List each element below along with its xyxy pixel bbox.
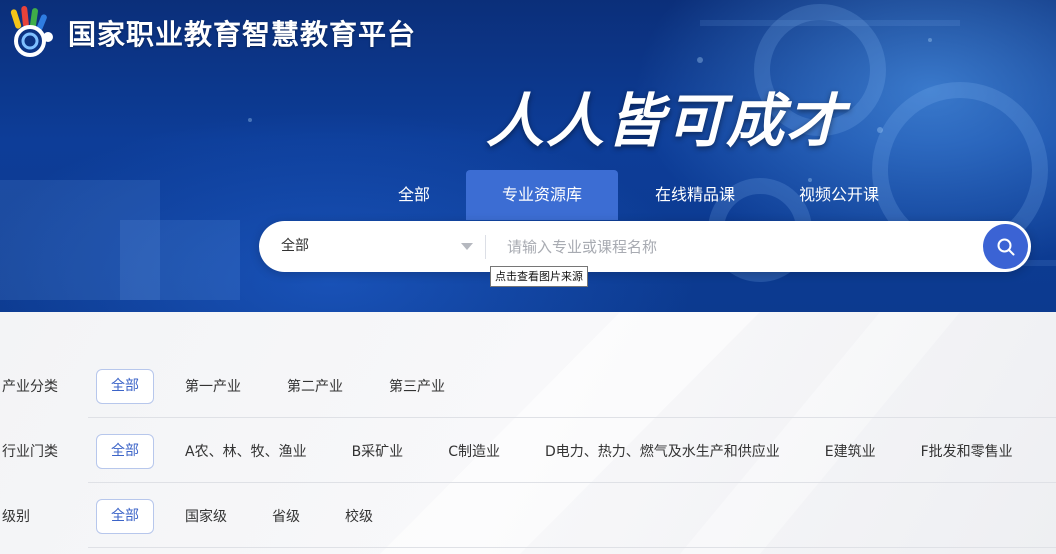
filter-label: 级别 xyxy=(2,509,30,525)
search-input[interactable] xyxy=(505,229,979,265)
filter-row-industry-sector: 行业门类 全部 A农、林、牧、渔业 B采矿业 C制造业 D电力、热力、燃气及水生… xyxy=(0,419,1056,483)
filter-row-industry-category: 产业分类 全部 第一产业 第二产业 第三产业 xyxy=(0,354,1056,418)
site-title: 国家职业教育智慧教育平台 xyxy=(68,18,417,51)
filter-option[interactable]: E建筑业 xyxy=(825,441,876,461)
filter-option[interactable]: C制造业 xyxy=(448,441,500,461)
resource-tabs: 全部 专业资源库 在线精品课 视频公开课 xyxy=(378,170,906,220)
filter-options: 全部 国家级 省级 校级 xyxy=(96,498,373,534)
filter-panel: 产业分类 全部 第一产业 第二产业 第三产业 行业门类 全部 A农、林、牧、渔业… xyxy=(0,312,1056,554)
filter-option[interactable]: B采矿业 xyxy=(352,441,404,461)
filter-option[interactable]: 校级 xyxy=(345,506,373,526)
caret-down-icon[interactable] xyxy=(461,243,473,250)
tab-major-resource-library[interactable]: 专业资源库 xyxy=(466,170,618,220)
filter-row-level: 级别 全部 国家级 省级 校级 xyxy=(0,484,1056,548)
colorful-hand-logo xyxy=(10,6,53,57)
filter-option-all[interactable]: 全部 xyxy=(96,498,154,534)
tab-video-open-courses[interactable]: 视频公开课 xyxy=(772,170,906,220)
filter-label: 行业门类 xyxy=(2,444,58,460)
slogan: 人人皆可成才 xyxy=(486,87,847,155)
filter-option[interactable]: 第二产业 xyxy=(287,376,343,396)
search-scope-select[interactable]: 全部 xyxy=(281,221,481,272)
filter-options: 全部 A农、林、牧、渔业 B采矿业 C制造业 D电力、热力、燃气及水生产和供应业… xyxy=(96,433,1013,469)
tab-online-quality-courses[interactable]: 在线精品课 xyxy=(628,170,762,220)
row-divider xyxy=(88,417,1056,418)
filter-option[interactable]: 第三产业 xyxy=(389,376,445,396)
filter-option[interactable]: 国家级 xyxy=(185,506,227,526)
filter-label: 产业分类 xyxy=(2,379,58,395)
filter-option-all[interactable]: 全部 xyxy=(96,368,154,404)
filter-option[interactable]: 第一产业 xyxy=(185,376,241,396)
search-icon xyxy=(997,238,1014,255)
image-source-tooltip: 点击查看图片来源 xyxy=(490,266,588,287)
filter-option-all[interactable]: 全部 xyxy=(96,433,154,469)
search-divider xyxy=(485,235,486,259)
filter-option[interactable]: A农、林、牧、渔业 xyxy=(185,441,307,461)
filter-option[interactable]: F批发和零售业 xyxy=(921,441,1013,461)
search-button[interactable] xyxy=(983,224,1028,269)
search-bar: 全部 xyxy=(259,221,1031,272)
filter-options: 全部 第一产业 第二产业 第三产业 xyxy=(96,368,445,404)
filter-option[interactable]: D电力、热力、燃气及水生产和供应业 xyxy=(545,441,780,461)
brand[interactable]: 国家职业教育智慧教育平台 xyxy=(4,4,416,62)
row-divider xyxy=(88,547,1056,548)
row-divider xyxy=(88,482,1056,483)
tab-all[interactable]: 全部 xyxy=(378,170,450,220)
filter-option[interactable]: 省级 xyxy=(272,506,300,526)
